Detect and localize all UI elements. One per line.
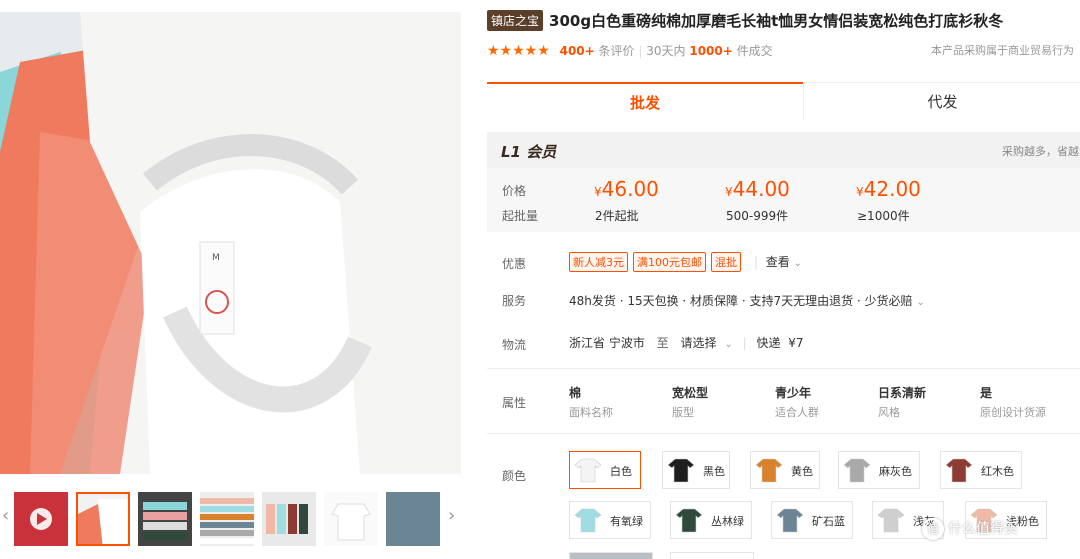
color-option[interactable]: 白色 [569, 451, 641, 489]
service-label: 服务 [502, 294, 527, 308]
price-tier-1: ¥46.00 [594, 177, 659, 201]
color-swatch-shirt-icon [667, 456, 695, 484]
color-swatch-shirt-icon [776, 506, 804, 534]
attr-fit: 宽松型 版型 [672, 386, 709, 419]
sales-prefix: 30天内 [646, 44, 686, 58]
tab-dropship[interactable]: 代发 [803, 82, 1080, 121]
tshirt-photo: M [0, 12, 461, 474]
color-swatch-shirt-icon [574, 456, 602, 484]
thumbnail-7[interactable] [386, 492, 440, 546]
color-option-label: 黄色 [791, 465, 813, 478]
color-option-label: 白色 [610, 465, 632, 478]
price-box: 价格 起批量 ¥46.00 2件起批 ¥44.00 500-999件 ¥42.0… [487, 168, 1080, 232]
promo-badge-mixed[interactable]: 混批 [711, 252, 741, 272]
price-tier-3: ¥42.00 [856, 177, 921, 201]
ship-to-word: 至 [656, 336, 669, 350]
attr-audience: 青少年 适合人群 [775, 386, 819, 419]
watermark-logo: 值什么值得买 [922, 518, 1018, 540]
destination-select[interactable]: 请选择 ⌄ [681, 336, 733, 350]
rating-row: ★★★★★ 400+ 条评价 | 30天内 1000+ 件成交 本产品采购属于商… [487, 43, 1074, 59]
review-count[interactable]: 400+ [560, 44, 595, 58]
section-divider [487, 368, 1080, 369]
service-items[interactable]: 48h发货 · 15天包换 · 材质保障 · 支持7天无理由退货 · 少货必赔 … [569, 292, 925, 309]
chevron-down-icon: ⌄ [793, 258, 802, 269]
main-product-image[interactable]: M [0, 12, 461, 474]
promo-row: 新人减3元 满100元包邮 混批 | 查看 ⌄ [569, 252, 802, 272]
attr-fabric: 棉面料名称 [569, 386, 613, 419]
play-icon [30, 508, 52, 530]
attr-original-design: 是原创设计货源 [980, 386, 1046, 419]
moq-label: 起批量 [502, 209, 539, 223]
color-option[interactable]: 丛林绿 [670, 501, 752, 539]
color-swatch-shirt-icon [755, 456, 783, 484]
promo-badge-freeship[interactable]: 满100元包邮 [633, 252, 706, 272]
purchase-tabs: 批发 代发 [487, 82, 1080, 122]
color-option-label: 丛林绿 [711, 515, 744, 528]
chevron-down-icon: ⌄ [916, 297, 925, 308]
sales-count: 1000+ [689, 44, 733, 58]
thumbnail-2[interactable] [76, 492, 130, 546]
ship-from: 浙江省 宁波市 [569, 336, 645, 350]
qty-tier-2: 500-999件 [726, 209, 789, 223]
thumbnail-strip: ‹ › [0, 487, 470, 552]
color-swatch-shirt-icon [843, 456, 871, 484]
color-option[interactable]: 麻灰色 [838, 451, 920, 489]
color-option[interactable]: 黄色 [750, 451, 820, 489]
member-level: L1 会员 [501, 143, 557, 161]
qty-tier-1: 2件起批 [595, 209, 639, 223]
svg-text:M: M [212, 253, 220, 263]
price-tier-2: ¥44.00 [725, 177, 790, 201]
promo-view-more[interactable]: 查看 ⌄ [766, 255, 802, 269]
color-label: 颜色 [502, 469, 527, 483]
promo-badge-newuser[interactable]: 新人减3元 [569, 252, 628, 272]
express-label: 快递 [756, 336, 781, 350]
thumbnail-6[interactable] [324, 492, 378, 546]
color-option-label: 矿石蓝 [812, 515, 845, 528]
attributes-label: 属性 [502, 396, 527, 410]
tab-wholesale[interactable]: 批发 [487, 82, 803, 122]
thumbnail-video[interactable] [14, 492, 68, 546]
color-swatch-shirt-icon [945, 456, 973, 484]
logistics-label: 物流 [502, 338, 527, 352]
title-row: 镇店之宝 300g白色重磅纯棉加厚磨毛长袖t恤男女情侣装宽松纯色打底衫秋冬 [487, 10, 1080, 36]
rating-stars-icon: ★★★★★ [487, 43, 550, 59]
color-option-label: 红木色 [981, 465, 1014, 478]
color-option[interactable]: 矿石蓝 [771, 501, 853, 539]
color-option-label: 黑色 [703, 465, 725, 478]
color-option[interactable]: 红木色 [940, 451, 1022, 489]
color-swatch-shirt-icon [877, 506, 905, 534]
qty-tier-3: ≥1000件 [857, 209, 910, 223]
review-label: 条评价 [598, 44, 635, 58]
thumbnail-5[interactable] [262, 492, 316, 546]
trade-note: 本产品采购属于商业贸易行为 [931, 44, 1074, 57]
attr-style: 日系清新 风格 [878, 386, 927, 419]
watermark-icon: 值 [922, 518, 944, 540]
thumbnail-4[interactable] [200, 492, 254, 546]
color-option[interactable]: 有氧绿 [569, 501, 651, 539]
thumb-prev-arrow-icon[interactable]: ‹ [2, 505, 9, 526]
shipping-fee: ¥7 [788, 336, 804, 350]
promo-label: 优惠 [502, 257, 527, 271]
price-label: 价格 [502, 184, 527, 198]
thumb-next-arrow-icon[interactable]: › [448, 505, 455, 526]
color-swatch-shirt-icon [675, 506, 703, 534]
sales-suffix: 件成交 [736, 44, 773, 58]
member-hint: 采购越多，省越 [1002, 145, 1079, 158]
product-title: 300g白色重磅纯棉加厚磨毛长袖t恤男女情侣装宽松纯色打底衫秋冬 [549, 12, 1004, 30]
thumbnail-3[interactable] [138, 492, 192, 546]
member-bar: L1 会员 采购越多，省越 [487, 132, 1080, 168]
color-option-label: 有氧绿 [610, 515, 643, 528]
chevron-down-icon: ⌄ [724, 339, 733, 350]
color-swatch-shirt-icon [574, 506, 602, 534]
logistics-row: 浙江省 宁波市 至 请选择 ⌄ | 快递 ¥7 [569, 336, 804, 350]
color-option[interactable]: 黑色 [662, 451, 730, 489]
section-divider [487, 433, 1080, 434]
color-option-label: 麻灰色 [879, 465, 912, 478]
shop-treasure-badge: 镇店之宝 [487, 10, 544, 31]
